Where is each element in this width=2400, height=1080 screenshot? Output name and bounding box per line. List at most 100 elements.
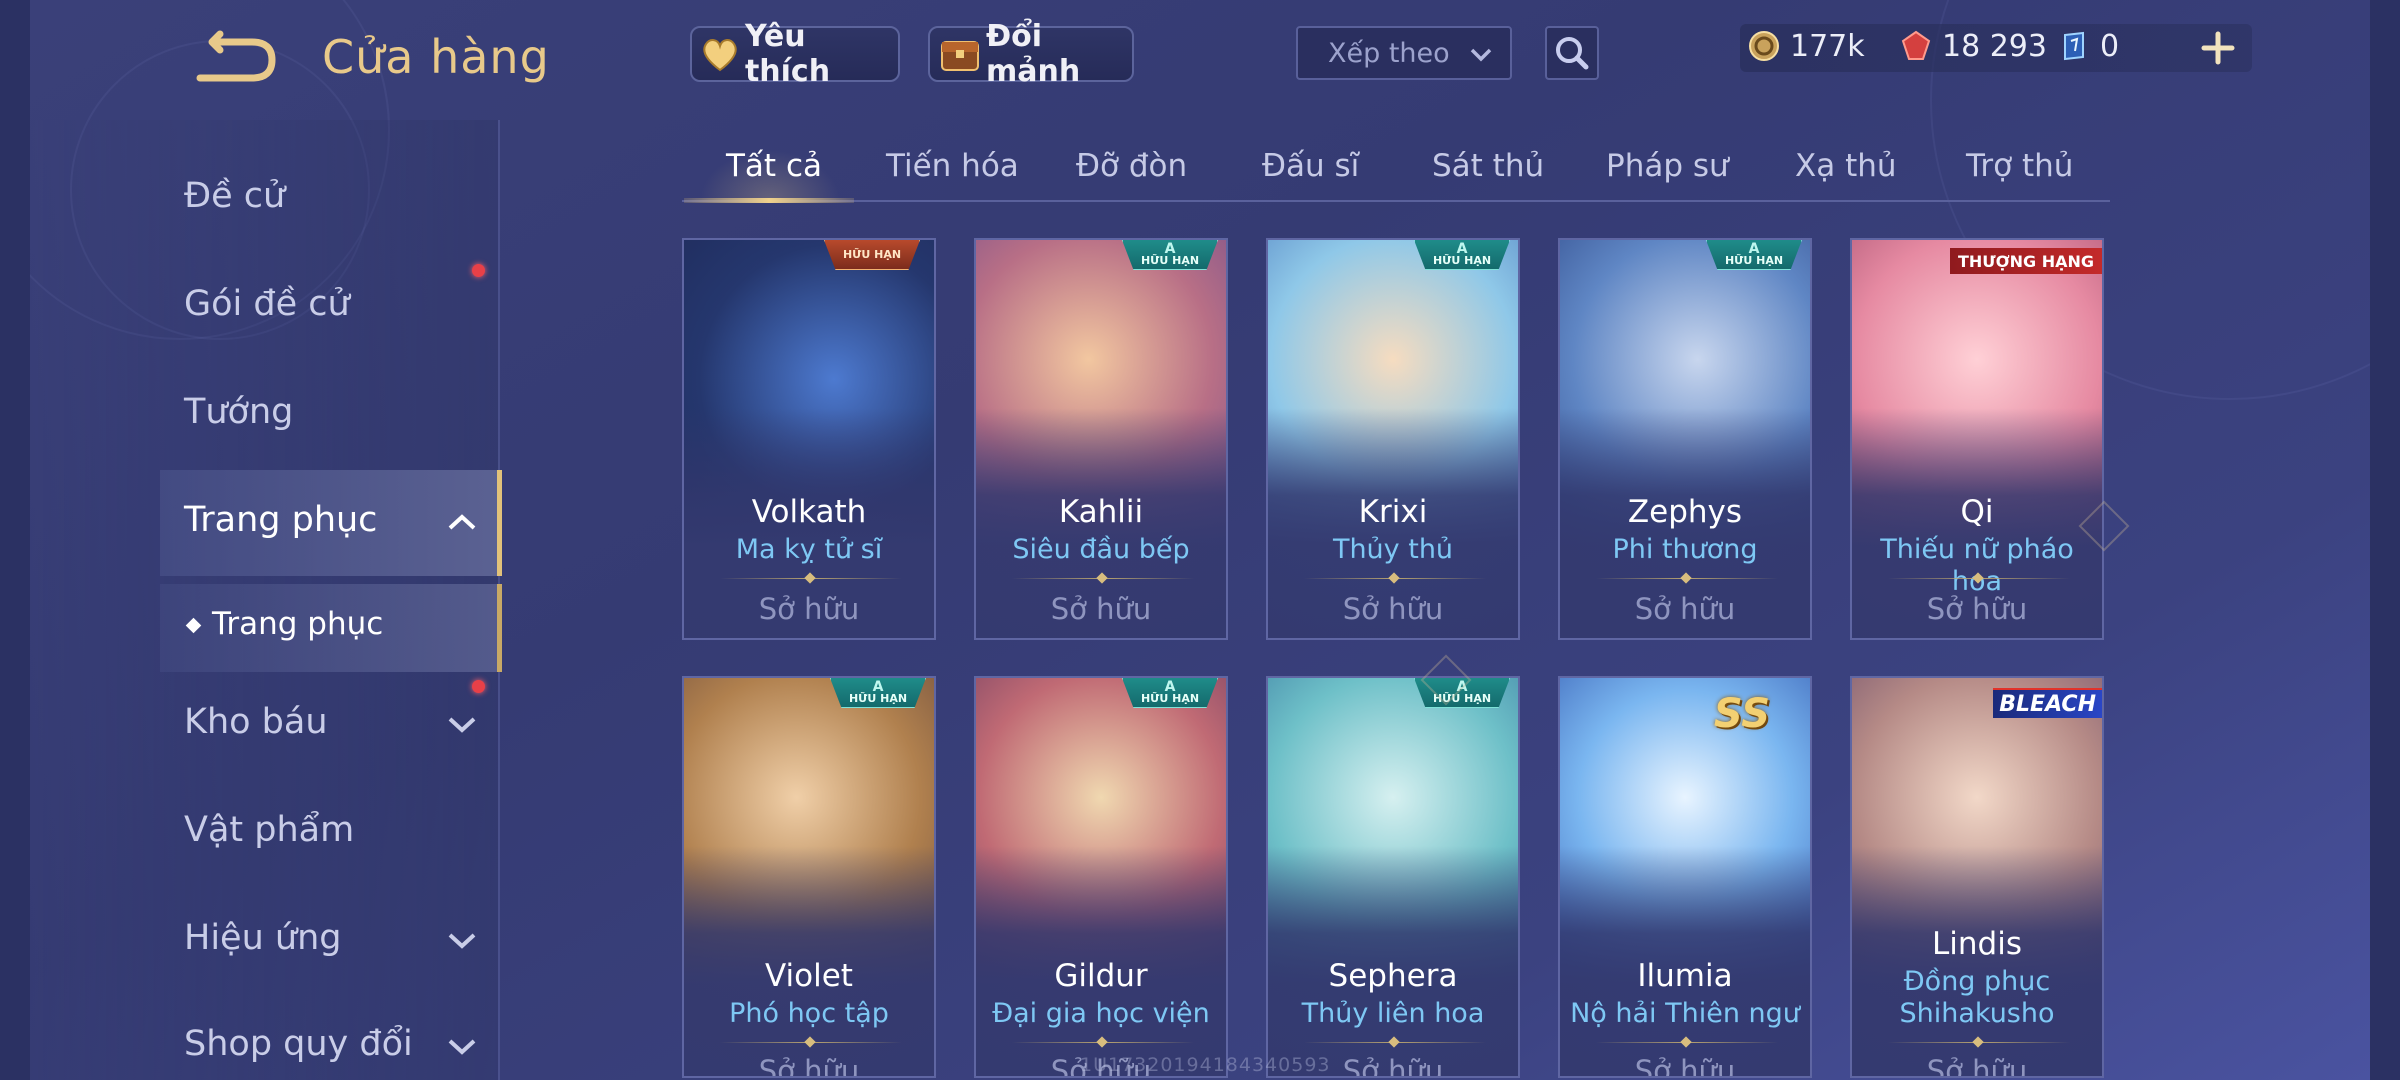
- skin-name: Thiếu nữ pháo hoa: [1880, 534, 2074, 597]
- hero-name: Volkath: [751, 494, 867, 530]
- skin-name: Đồng phục Shihakusho: [1899, 966, 2055, 1029]
- skin-card[interactable]: SS Ilumia Nộ hải Thiên ngư Sở hữu: [1558, 676, 1812, 1078]
- heart-icon: [700, 31, 741, 77]
- limited-badge: A HỮU HẠN: [1122, 240, 1218, 270]
- quan-huy-currency: 0: [2056, 28, 2119, 64]
- premium-badge: THƯỢNG HẠNG: [1949, 248, 2102, 274]
- add-currency-button[interactable]: [2196, 26, 2240, 70]
- page-title: Cửa hàng: [322, 30, 550, 84]
- hero-name: Qi: [1960, 494, 1994, 530]
- skin-card[interactable]: A HỮU HẠN Zephys Phi thương Sở hữu: [1558, 238, 1812, 640]
- back-arrow-icon: [196, 30, 276, 82]
- screen-edge-right: [2370, 0, 2400, 1080]
- sidebar-item-heroes[interactable]: Tướng: [184, 392, 293, 432]
- favorite-label: Yêu thích: [744, 19, 831, 89]
- skin-name: Ma kỵ tử sĩ: [735, 534, 883, 565]
- tab-active-underline: [684, 198, 854, 203]
- treasure-chest-icon: [938, 31, 982, 77]
- skin-name: Thủy thủ: [1332, 534, 1454, 565]
- voucher-amount: 18 293: [1942, 28, 2047, 64]
- sidebar-item-effects[interactable]: Hiệu ứng: [184, 918, 341, 958]
- gold-currency: 177k: [1746, 28, 1865, 64]
- sidebar-item-bundles[interactable]: Gói đề cử: [184, 284, 350, 324]
- hero-name: Krixi: [1358, 494, 1428, 530]
- sidebar-subitem-skins[interactable]: Trang phục: [212, 606, 383, 642]
- skin-card[interactable]: A HỮU HẠN Sephera Thủy liên hoa Sở hữu: [1266, 676, 1520, 1078]
- exchange-button[interactable]: Đổi mảnh: [928, 19, 1134, 89]
- skin-name: Phó học tập: [729, 998, 889, 1029]
- sidebar-item-exchange-shop[interactable]: Shop quy đổi: [184, 1024, 413, 1064]
- limited-badge: A HỮU HẠN: [1122, 678, 1218, 708]
- hero-name: Violet: [765, 958, 853, 994]
- limited-badge: A HỮU HẠN: [1706, 240, 1802, 270]
- ss-grade-badge: SS: [1713, 691, 1771, 737]
- skin-card[interactable]: HỮU HẠN Volkath Ma kỵ tử sĩ Sở hữu: [682, 238, 936, 640]
- ruby-gem-icon: [1898, 28, 1934, 64]
- screen-edge-left: [0, 0, 30, 1080]
- search-button[interactable]: [1545, 26, 1599, 80]
- skin-card[interactable]: A HỮU HẠN Kahlii Siêu đầu bếp Sở hữu: [974, 238, 1228, 640]
- back-button[interactable]: [190, 30, 280, 86]
- limited-badge: A HỮU HẠN: [830, 678, 926, 708]
- chevron-down-icon: [446, 714, 478, 734]
- gold-coin-icon: [1746, 28, 1782, 64]
- limited-badge: A HỮU HẠN: [1414, 240, 1510, 270]
- sidebar-item-recommended[interactable]: Đề cử: [184, 176, 285, 216]
- tab-all[interactable]: Tất cả: [726, 148, 822, 184]
- notification-dot: [472, 264, 485, 277]
- tab-tank[interactable]: Đỡ đòn: [1076, 148, 1187, 184]
- chevron-down-icon: [1466, 40, 1496, 77]
- hero-name: Sephera: [1328, 958, 1458, 994]
- exchange-label: Đổi mảnh: [986, 19, 1081, 89]
- tab-marksman[interactable]: Xạ thủ: [1795, 148, 1897, 184]
- tab-assassin[interactable]: Sát thủ: [1432, 148, 1544, 184]
- sort-dropdown[interactable]: Xếp theo: [1296, 26, 1512, 80]
- voucher-currency: 18 293: [1898, 28, 2047, 64]
- quan-huy-amount: 0: [2100, 28, 2120, 64]
- skin-name: Nộ hải Thiên ngư: [1570, 998, 1800, 1029]
- limited-badge: HỮU HẠN: [824, 240, 920, 270]
- tab-fighter[interactable]: Đấu sĩ: [1262, 148, 1359, 184]
- chevron-down-icon: [446, 1036, 478, 1056]
- owned-status: Sở hữu: [758, 592, 860, 626]
- collab-logo-badge: BLEACH: [1993, 688, 2102, 718]
- skin-card[interactable]: A HỮU HẠN Gildur Đại gia học viện Sở hữu: [974, 676, 1228, 1078]
- skin-name: Thủy liên hoa: [1301, 998, 1485, 1029]
- gold-amount: 177k: [1790, 28, 1865, 64]
- tab-support[interactable]: Trợ thủ: [1966, 148, 2073, 184]
- owned-status: Sở hữu: [1634, 592, 1736, 626]
- skin-card[interactable]: BLEACH Lindis Đồng phục Shihakusho Sở hữ…: [1850, 676, 2104, 1078]
- sidebar-item-skins[interactable]: Trang phục: [184, 500, 377, 540]
- owned-status: Sở hữu: [758, 1054, 860, 1078]
- owned-status: Sở hữu: [1342, 592, 1444, 626]
- hero-name: Gildur: [1054, 958, 1148, 994]
- chevron-up-icon: [446, 512, 478, 532]
- hero-name: Ilumia: [1637, 958, 1733, 994]
- favorite-button[interactable]: Yêu thích: [690, 19, 900, 89]
- skin-name: Đại gia học viện: [992, 998, 1210, 1029]
- hero-name: Kahlii: [1058, 494, 1144, 530]
- hero-name: Zephys: [1627, 494, 1743, 530]
- skin-name: Phi thương: [1612, 534, 1758, 565]
- notification-dot: [472, 680, 485, 693]
- sidebar-item-items[interactable]: Vật phẩm: [184, 810, 354, 850]
- sort-placeholder: Xếp theo: [1328, 37, 1450, 69]
- skin-card[interactable]: A HỮU HẠN Violet Phó học tập Sở hữu: [682, 676, 936, 1078]
- skin-name: Siêu đầu bếp: [1012, 534, 1190, 565]
- sidebar-item-treasure[interactable]: Kho báu: [184, 702, 328, 742]
- skin-card[interactable]: THƯỢNG HẠNG Qi Thiếu nữ pháo hoa Sở hữu: [1850, 238, 2104, 640]
- tab-evolution[interactable]: Tiến hóa: [886, 148, 1019, 184]
- owned-status: Sở hữu: [1050, 592, 1152, 626]
- tab-mage[interactable]: Pháp sư: [1606, 148, 1729, 184]
- plus-icon: [2201, 31, 2235, 65]
- owned-status: Sở hữu: [1926, 1054, 2028, 1078]
- owned-status: Sở hữu: [1926, 592, 2028, 626]
- search-icon: [1556, 37, 1589, 70]
- chevron-down-icon: [446, 930, 478, 950]
- tabs-divider: [682, 200, 2110, 202]
- hero-name: Lindis: [1932, 926, 2022, 962]
- owned-status: Sở hữu: [1634, 1054, 1736, 1078]
- skin-card[interactable]: A HỮU HẠN Krixi Thủy thủ Sở hữu: [1266, 238, 1520, 640]
- user-id-watermark: 1U17320194184340593: [1080, 1054, 1331, 1076]
- crystal-card-icon: [2056, 28, 2092, 64]
